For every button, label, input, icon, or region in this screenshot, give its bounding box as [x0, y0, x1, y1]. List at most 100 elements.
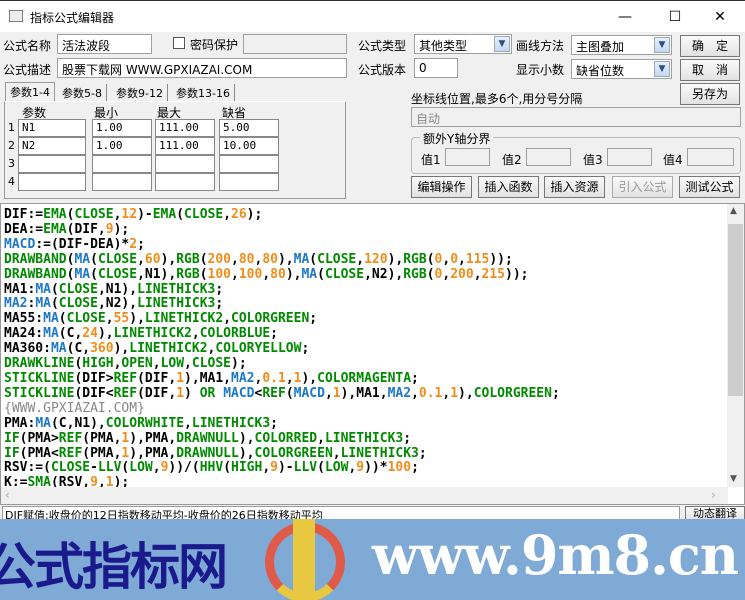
code-token: ;: [215, 296, 224, 312]
code-token: PMA:: [4, 415, 36, 431]
code-token: IF: [4, 445, 20, 461]
code-token: ),: [129, 311, 145, 327]
tab-params-5-8[interactable]: 参数5-8: [58, 84, 107, 102]
value2-input[interactable]: [526, 148, 571, 166]
code-token: MACD: [223, 385, 255, 401]
edit-ops-button[interactable]: 编辑操作: [411, 176, 472, 198]
tab-params-9-12[interactable]: 参数9-12: [112, 84, 168, 102]
scroll-right-icon[interactable]: ›: [711, 488, 716, 502]
code-text[interactable]: DIF:=EMA(CLOSE,12)-EMA(CLOSE,26); DEA:=EM…: [4, 207, 560, 491]
code-token: ,: [231, 251, 239, 267]
param-max-input[interactable]: 111.00: [155, 119, 215, 137]
code-token: CLOSE: [66, 311, 106, 327]
code-token: EMA: [152, 207, 177, 222]
scrollbar-thumb[interactable]: [728, 224, 743, 396]
close-button[interactable]: ✕: [700, 5, 740, 29]
param-name-input[interactable]: [18, 155, 86, 173]
code-token: 26: [231, 207, 247, 222]
code-token: CLOSE: [58, 296, 98, 312]
code-token: (: [317, 460, 325, 476]
scroll-down-icon[interactable]: ▼: [730, 474, 737, 484]
code-token: MA: [293, 251, 310, 267]
code-token: RGB: [176, 266, 200, 282]
chevron-down-icon: ▼: [654, 37, 670, 53]
version-label: 公式版本: [358, 63, 407, 77]
param-name-input[interactable]: [18, 173, 86, 191]
code-token: (PMA,: [82, 430, 122, 446]
value4-input[interactable]: [687, 148, 734, 166]
password-checkbox[interactable]: [173, 37, 185, 49]
code-token: -: [90, 460, 98, 476]
code-token: (C,: [66, 341, 91, 357]
code-token: ),: [458, 385, 474, 401]
param-min-input[interactable]: 1.00: [92, 119, 152, 137]
code-token: CLOSE: [97, 251, 138, 267]
draw-select[interactable]: 主图叠加 ▼: [571, 35, 672, 55]
code-token: ,: [191, 326, 200, 342]
code-token: ),: [387, 251, 404, 267]
cancel-button[interactable]: 取 消: [680, 59, 740, 81]
param-def-input[interactable]: [219, 173, 279, 191]
value3-input[interactable]: [607, 148, 652, 166]
code-token: MA360:: [4, 341, 51, 357]
save-as-button[interactable]: 另存为: [680, 83, 740, 105]
code-token: RGB: [403, 266, 427, 282]
param-min-input[interactable]: [92, 155, 152, 173]
code-token: REF: [58, 430, 83, 446]
title-bar: 指标公式编辑器 — ☐ ✕: [0, 0, 745, 32]
test-formula-button[interactable]: 测试公式: [679, 176, 740, 198]
banner-logo-figure: [293, 519, 315, 600]
code-token: 60: [144, 251, 161, 267]
code-token: (C,N1),: [50, 415, 106, 431]
decimal-select[interactable]: 缺省位数 ▼: [571, 59, 672, 79]
minimize-button[interactable]: —: [605, 5, 645, 29]
code-token: ,: [411, 385, 419, 401]
param-max-input[interactable]: [155, 155, 215, 173]
insert-resource-button[interactable]: 插入资源: [544, 176, 605, 198]
type-select[interactable]: 其他类型 ▼: [414, 34, 512, 54]
code-token: (: [426, 266, 435, 282]
code-token: DRAWBAND: [4, 266, 67, 282]
code-token: 100: [238, 266, 263, 282]
param-name-input[interactable]: N1: [18, 119, 86, 137]
param-min-input[interactable]: [92, 173, 152, 191]
code-token: COLORRED: [254, 430, 318, 446]
code-token: (: [199, 251, 208, 267]
code-line: MACD:=(DIF-DEA)*2;: [4, 237, 560, 253]
scroll-left-icon[interactable]: ‹: [5, 488, 10, 502]
code-token: HHV: [199, 460, 224, 476]
maximize-button[interactable]: ☐: [655, 5, 695, 29]
chevron-down-icon: ▼: [494, 36, 510, 52]
tab-params-13-16[interactable]: 参数13-16: [172, 84, 235, 102]
code-token: DRAWNULL: [176, 430, 239, 446]
code-token: 9: [356, 460, 365, 476]
param-name-input[interactable]: N2: [18, 137, 86, 155]
code-token: (: [426, 251, 435, 267]
desc-input[interactable]: 股票下载网 WWW.GPXIAZAI.COM: [57, 58, 347, 78]
code-token: ),: [238, 445, 255, 461]
name-input[interactable]: 活法波段: [57, 34, 152, 54]
ok-button[interactable]: 确 定: [680, 35, 740, 57]
insert-function-button[interactable]: 插入函数: [478, 176, 539, 198]
param-max-input[interactable]: [155, 173, 215, 191]
version-input[interactable]: 0: [414, 58, 458, 78]
horizontal-scrollbar[interactable]: ‹ ›: [1, 487, 728, 504]
param-max-input[interactable]: 111.00: [155, 137, 215, 155]
value1-input[interactable]: [445, 148, 490, 166]
decimal-label: 显示小数: [516, 63, 565, 77]
param-min-input[interactable]: 1.00: [92, 137, 152, 155]
param-def-input[interactable]: [219, 155, 279, 173]
code-token: ))*: [364, 460, 388, 476]
code-token: HIGH: [231, 460, 263, 476]
param-def-input[interactable]: 5.00: [219, 119, 279, 137]
tab-params-1-4[interactable]: 参数1-4: [5, 82, 55, 102]
code-token: (PMA<: [19, 445, 59, 461]
code-token: (: [199, 266, 208, 282]
code-editor[interactable]: DIF:=EMA(CLOSE,12)-EMA(CLOSE,26); DEA:=EM…: [0, 203, 745, 505]
vertical-scrollbar[interactable]: ▲ ▼: [727, 204, 744, 487]
axis-input[interactable]: 自动: [411, 107, 741, 127]
code-token: 80: [270, 266, 286, 282]
code-token: (DIF>: [74, 370, 114, 386]
param-def-input[interactable]: 10.00: [219, 137, 279, 155]
scroll-up-icon[interactable]: ▲: [730, 206, 737, 216]
